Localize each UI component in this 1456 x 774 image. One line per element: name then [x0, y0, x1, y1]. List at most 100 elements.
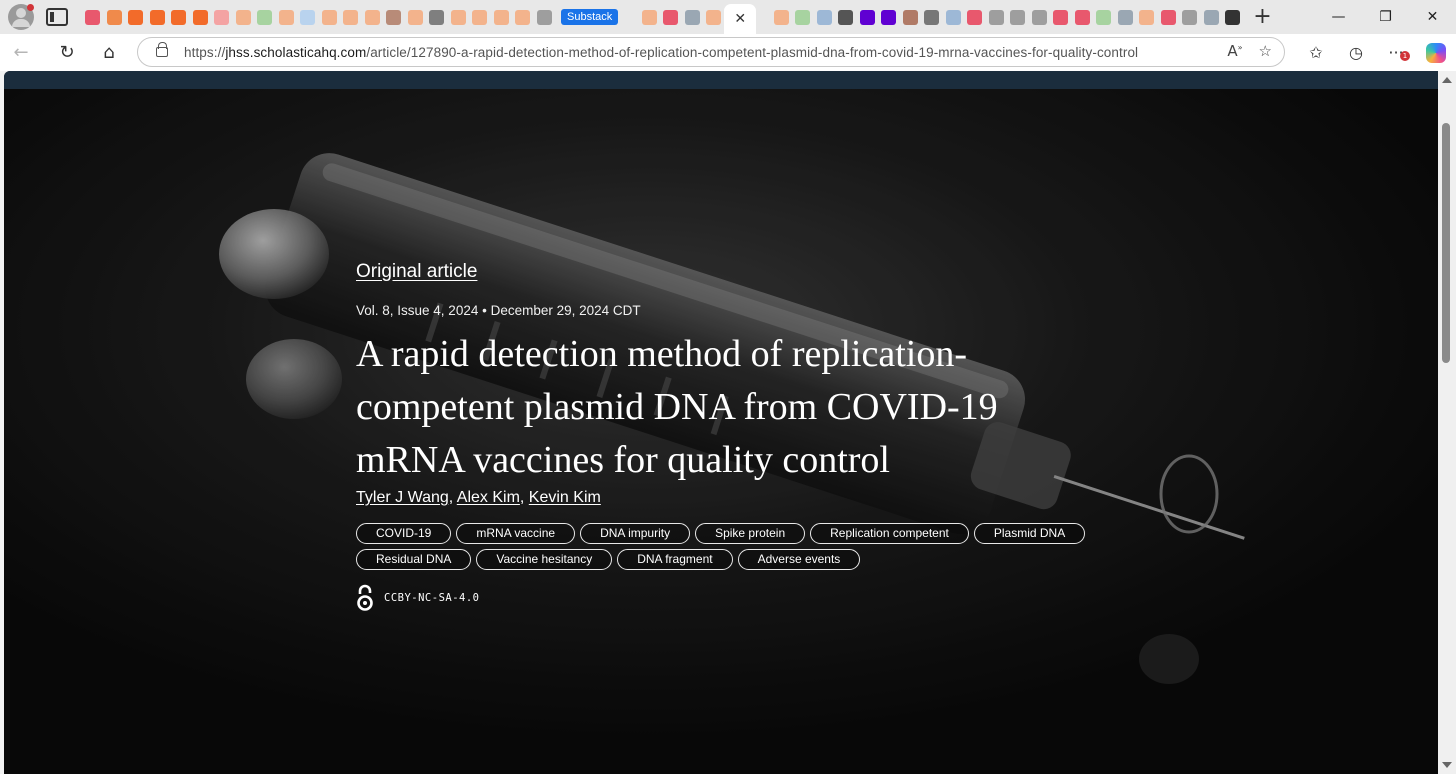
tab-favicon-icon[interactable]: [491, 2, 513, 32]
article-header: Original article Vol. 8, Issue 4, 2024 •…: [356, 261, 1116, 612]
keyword-tag[interactable]: DNA impurity: [580, 523, 691, 544]
tab-favicon-icon[interactable]: [426, 2, 448, 32]
vertical-scrollbar[interactable]: [1438, 71, 1456, 774]
favorites-icon[interactable]: ✩: [1296, 37, 1336, 69]
close-window-icon[interactable]: ✕: [1409, 0, 1456, 34]
tab-favicon-icon[interactable]: [1200, 2, 1222, 32]
scroll-thumb[interactable]: [1442, 123, 1450, 363]
notification-badge: 1: [1400, 50, 1410, 61]
keyword-tag[interactable]: DNA fragment: [617, 549, 733, 570]
address-bar[interactable]: https://jhss.scholasticahq.com/article/1…: [137, 37, 1285, 67]
tab-favicon-icon[interactable]: [942, 2, 964, 32]
tab-favicon-icon[interactable]: [703, 2, 725, 32]
copilot-icon[interactable]: [1416, 37, 1456, 69]
license-label[interactable]: CCBY-NC-SA-4.0: [384, 592, 480, 604]
author-link[interactable]: Kevin Kim: [529, 489, 601, 506]
scroll-down-arrow-icon[interactable]: [1442, 762, 1452, 768]
author-separator: ,: [519, 489, 529, 506]
tab-favicon-icon[interactable]: [1114, 2, 1136, 32]
tab-favicon-icon[interactable]: [319, 2, 341, 32]
tab-favicon-icon[interactable]: [82, 2, 104, 32]
restore-icon[interactable]: ❐: [1362, 0, 1409, 34]
author-separator: ,: [448, 489, 457, 506]
keyword-tag[interactable]: Vaccine hesitancy: [476, 549, 613, 570]
web-page: Original article Vol. 8, Issue 4, 2024 •…: [4, 71, 1438, 774]
tab-favicon-icon[interactable]: [448, 2, 470, 32]
scroll-up-arrow-icon[interactable]: [1442, 77, 1452, 83]
active-tab[interactable]: ✕: [724, 4, 757, 34]
tab-favicon-icon[interactable]: [1179, 2, 1201, 32]
tab-favicon-icon[interactable]: [1136, 2, 1158, 32]
keyword-tag[interactable]: Residual DNA: [356, 549, 472, 570]
author-list: Tyler J Wang, Alex Kim, Kevin Kim: [356, 489, 1116, 507]
tab-favicon-icon[interactable]: [1028, 2, 1050, 32]
article-title: A rapid detection method of replication-…: [356, 333, 998, 481]
read-aloud-icon[interactable]: A»: [1227, 42, 1242, 60]
lock-icon[interactable]: [156, 42, 168, 57]
favorite-star-icon[interactable]: ☆: [1259, 42, 1272, 60]
site-header-bar: [4, 71, 1438, 89]
tab-favicon-icon[interactable]: [856, 2, 878, 32]
tab-favicon-icon[interactable]: [878, 2, 900, 32]
minimize-icon[interactable]: —: [1315, 0, 1362, 34]
keyword-tag[interactable]: Plasmid DNA: [973, 523, 1086, 544]
tab-favicon-icon[interactable]: [254, 2, 276, 32]
tab-substack[interactable]: Substack: [561, 9, 619, 25]
tab-favicon-icon[interactable]: [383, 2, 405, 32]
tab-favicon-icon[interactable]: [792, 2, 814, 32]
tab-favicon-icon[interactable]: [362, 2, 384, 32]
tab-favicon-icon[interactable]: [638, 2, 660, 32]
tab-favicon-icon[interactable]: [1093, 2, 1115, 32]
tab-favicon-icon[interactable]: [813, 2, 835, 32]
more-menu-icon[interactable]: ··· 1: [1376, 37, 1416, 69]
history-icon[interactable]: ◷: [1336, 37, 1376, 69]
tab-favicon-icon[interactable]: [276, 2, 298, 32]
tab-favicon-icon[interactable]: [835, 2, 857, 32]
tab-favicon-icon[interactable]: [1071, 2, 1093, 32]
tab-favicon-icon[interactable]: [147, 2, 169, 32]
tab-favicon-icon[interactable]: [1222, 2, 1244, 32]
keyword-tags: COVID-19 mRNA vaccine DNA impurity Spike pr…: [356, 523, 1096, 570]
tab-favicon-icon[interactable]: [534, 2, 556, 32]
tab-favicon-icon[interactable]: [660, 2, 682, 32]
tab-favicon-icon[interactable]: [921, 2, 943, 32]
tab-actions-icon[interactable]: [46, 8, 68, 26]
url-text[interactable]: https://jhss.scholasticahq.com/article/1…: [184, 45, 1138, 60]
home-icon[interactable]: ⌂: [88, 37, 130, 69]
author-link[interactable]: Alex Kim: [457, 489, 520, 506]
author-link[interactable]: Tyler J Wang: [356, 489, 449, 506]
tab-favicon-icon[interactable]: [770, 2, 792, 32]
tab-favicon-icon[interactable]: [340, 2, 362, 32]
tab-favicon-icon[interactable]: [1050, 2, 1072, 32]
keyword-tag[interactable]: mRNA vaccine: [456, 523, 576, 544]
tab-favicon-icon[interactable]: [297, 2, 319, 32]
tab-favicon-icon[interactable]: [211, 2, 233, 32]
tab-favicon-icon[interactable]: [168, 2, 190, 32]
profile-avatar-icon[interactable]: [8, 4, 34, 30]
tab-favicon-icon[interactable]: [233, 2, 255, 32]
tab-favicon-icon[interactable]: [681, 2, 703, 32]
tab-favicon-icon[interactable]: [190, 2, 212, 32]
tab-favicon-icon[interactable]: [125, 2, 147, 32]
profile-notification-dot: [27, 4, 34, 11]
tab-favicon-icon[interactable]: [1157, 2, 1179, 32]
navigation-bar: ← ↻ ⌂ https://jhss.scholasticahq.com/art…: [0, 34, 1456, 71]
tab-list-right: [770, 2, 1243, 32]
keyword-tag[interactable]: Spike protein: [695, 523, 806, 544]
keyword-tag[interactable]: Replication competent: [810, 523, 969, 544]
tab-favicon-icon[interactable]: [512, 2, 534, 32]
keyword-tag[interactable]: COVID-19: [356, 523, 452, 544]
close-tab-icon[interactable]: ✕: [734, 11, 746, 27]
tab-favicon-icon[interactable]: [104, 2, 126, 32]
back-arrow-icon[interactable]: ←: [0, 37, 42, 69]
tab-favicon-icon[interactable]: [899, 2, 921, 32]
tab-favicon-icon[interactable]: [985, 2, 1007, 32]
reload-icon[interactable]: ↻: [46, 37, 88, 69]
new-tab-button[interactable]: +: [1253, 6, 1271, 28]
tab-favicon-icon[interactable]: [1007, 2, 1029, 32]
tab-favicon-icon[interactable]: [964, 2, 986, 32]
tab-favicon-icon[interactable]: [469, 2, 491, 32]
keyword-tag[interactable]: Adverse events: [737, 549, 861, 570]
article-type-link[interactable]: Original article: [356, 261, 477, 283]
tab-favicon-icon[interactable]: [405, 2, 427, 32]
